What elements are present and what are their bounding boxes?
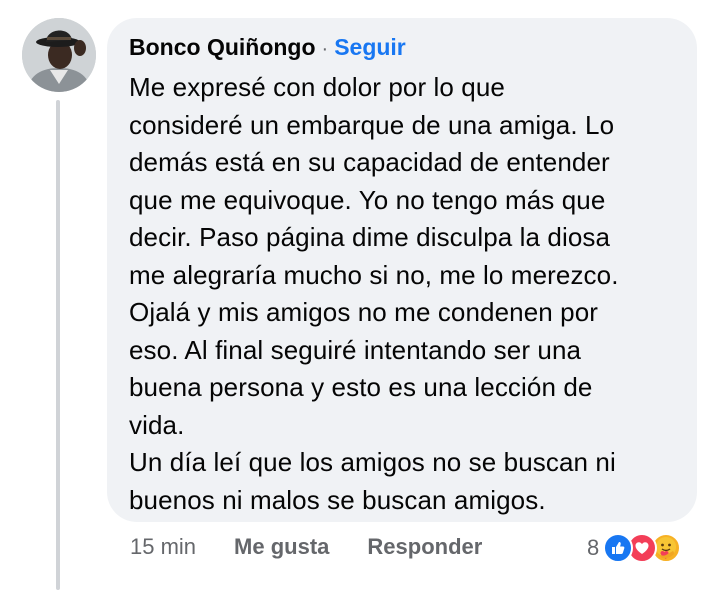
reactions-summary[interactable]: 8 (587, 533, 682, 563)
reply-button[interactable]: Responder (367, 534, 482, 560)
like-reaction-icon (603, 533, 634, 563)
separator-dot: · (321, 38, 329, 60)
author-name[interactable]: Bonco Quiñongo (129, 32, 316, 62)
comment-header: Bonco Quiñongo · Seguir (129, 32, 677, 64)
comment-actions: 15 min Me gusta Responder (130, 534, 482, 560)
avatar-image (22, 18, 96, 92)
thread-line (56, 100, 60, 590)
avatar[interactable] (22, 18, 96, 92)
reaction-count: 8 (587, 535, 600, 560)
timestamp[interactable]: 15 min (130, 534, 196, 560)
follow-button[interactable]: Seguir (334, 32, 406, 62)
comment-bubble: Bonco Quiñongo · Seguir Me expresé con d… (107, 18, 697, 522)
comment-text: Me expresé con dolor por lo que consider… (129, 72, 619, 515)
like-button[interactable]: Me gusta (234, 534, 329, 560)
comment-thread: Bonco Quiñongo · Seguir Me expresé con d… (0, 0, 720, 590)
